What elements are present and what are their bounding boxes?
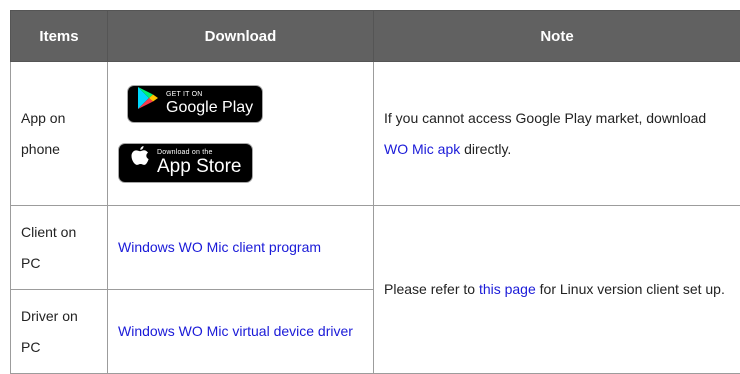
item-client-on-pc: Client on PC <box>11 206 108 290</box>
note-linux-text-pre: Please refer to <box>384 281 479 297</box>
download-table: Items Download Note App on phone <box>10 10 740 374</box>
google-play-badge[interactable]: GET IT ON Google Play <box>127 85 263 123</box>
note-app: If you cannot access Google Play market,… <box>374 62 740 206</box>
note-linux-text-post: for Linux version client set up. <box>536 281 725 297</box>
table-row-app: App on phone GET IT ON Google Play <box>11 62 740 206</box>
app-store-badge-text: Download on the App Store <box>157 149 242 176</box>
google-play-small-text: GET IT ON <box>166 91 253 98</box>
item-app-on-phone: App on phone <box>11 62 108 206</box>
item-driver-on-pc: Driver on PC <box>11 290 108 374</box>
note-app-text-post: directly. <box>460 141 511 157</box>
header-row: Items Download Note <box>11 11 740 62</box>
windows-client-program-link[interactable]: Windows WO Mic client program <box>118 239 321 255</box>
wo-mic-apk-link[interactable]: WO Mic apk <box>384 141 460 157</box>
table-row-client: Client on PC Windows WO Mic client progr… <box>11 206 740 290</box>
header-note: Note <box>374 11 740 62</box>
download-cell-client: Windows WO Mic client program <box>108 206 374 290</box>
windows-virtual-driver-link[interactable]: Windows WO Mic virtual device driver <box>118 323 353 339</box>
this-page-link[interactable]: this page <box>479 281 536 297</box>
download-cell-driver: Windows WO Mic virtual device driver <box>108 290 374 374</box>
google-play-big-text: Google Play <box>166 100 253 116</box>
header-download: Download <box>108 11 374 62</box>
note-linux: Please refer to this page for Linux vers… <box>374 206 740 374</box>
google-play-badge-text: GET IT ON Google Play <box>166 91 253 116</box>
note-app-text-pre: If you cannot access Google Play market,… <box>384 110 706 126</box>
app-store-small-text: Download on the <box>157 149 242 156</box>
download-cell-app: GET IT ON Google Play Download on the Ap… <box>108 62 374 206</box>
header-items: Items <box>11 11 108 62</box>
app-store-badge[interactable]: Download on the App Store <box>118 143 253 183</box>
apple-icon <box>131 146 149 179</box>
app-store-big-text: App Store <box>157 157 242 176</box>
google-play-icon <box>138 87 158 120</box>
